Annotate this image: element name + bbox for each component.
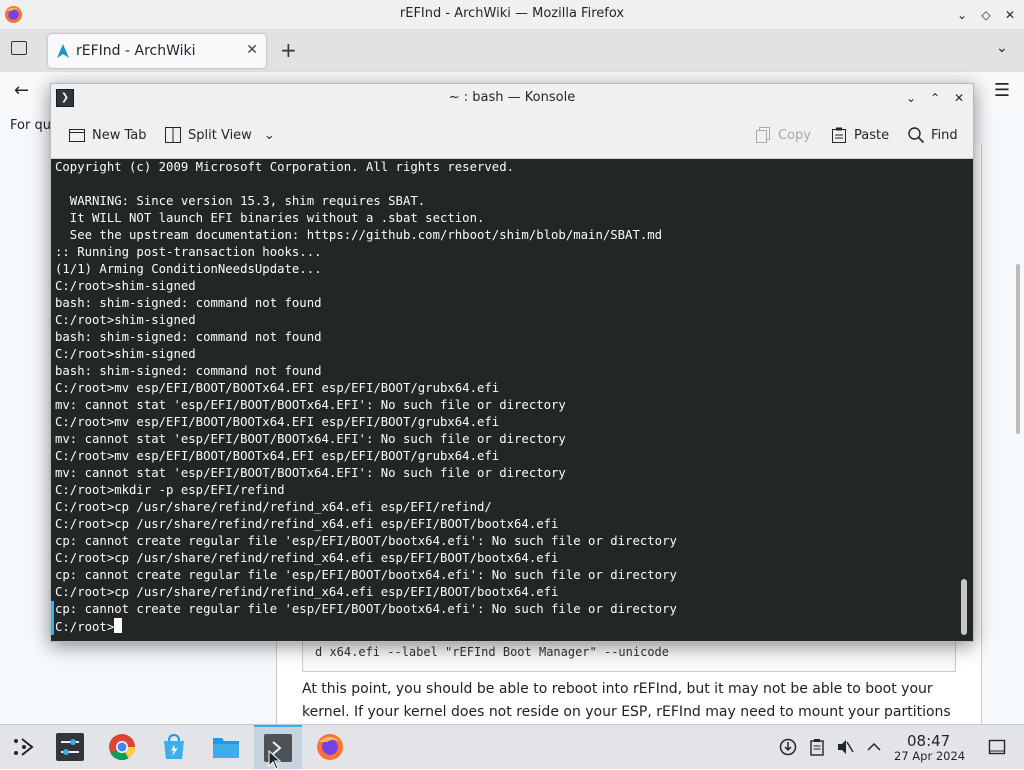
terminal-line: bash: shim-signed: command not found: [55, 364, 322, 378]
new-tab-button[interactable]: New Tab: [68, 125, 147, 145]
terminal-line: C:/root>shim-signed: [55, 279, 196, 293]
task-dolphin[interactable]: [202, 726, 250, 768]
find-label: Find: [931, 127, 958, 143]
task-firefox[interactable]: [306, 726, 354, 768]
konsole-toolbar: New Tab Split View ⌄ Copy Paste Find: [51, 112, 973, 159]
copy-button[interactable]: Copy: [754, 125, 811, 145]
chevron-up-icon[interactable]: [865, 738, 883, 756]
close-icon[interactable]: ✕: [949, 88, 969, 108]
new-tab-label: New Tab: [92, 127, 147, 143]
volume-muted-icon[interactable]: [836, 738, 854, 756]
terminal-line: It WILL NOT launch EFI binaries without …: [55, 211, 485, 225]
split-view-button[interactable]: Split View ⌄: [164, 125, 275, 145]
firefox-tabbar: rEFInd - ArchWiki ✕ + ⌄: [0, 30, 1024, 72]
firefox-icon: [317, 734, 343, 760]
folder-icon: [213, 738, 239, 758]
close-icon[interactable]: ✕: [1000, 5, 1020, 25]
chevron-down-icon[interactable]: ⌄: [264, 128, 275, 143]
maximize-icon[interactable]: ⌃: [925, 88, 945, 108]
terminal-line: C:/root>cp /usr/share/refind/refind_x64.…: [55, 585, 559, 599]
terminal-line: C:/root>mkdir -p esp/EFI/refind: [55, 483, 285, 497]
search-icon: [908, 127, 925, 144]
list-all-tabs-icon[interactable]: ⌄: [996, 40, 1008, 56]
tab-label: rEFInd - ArchWiki: [76, 43, 196, 59]
terminal-line: C:/root>mv esp/EFI/BOOT/BOOTx64.EFI esp/…: [55, 415, 500, 429]
wiki-paragraph: At this point, you should be able to reb…: [302, 681, 951, 720]
app-launcher-button[interactable]: [0, 726, 48, 768]
clipboard-icon[interactable]: [808, 738, 826, 756]
terminal-line: mv: cannot stat 'esp/EFI/BOOT/BOOTx64.EF…: [55, 432, 566, 446]
terminal-line: C:/root>mv esp/EFI/BOOT/BOOTx64.EFI esp/…: [55, 449, 500, 463]
terminal-prompt-line: C:/root>: [55, 618, 677, 635]
terminal-scrollbar[interactable]: [961, 579, 967, 635]
updates-icon[interactable]: [779, 738, 797, 756]
terminal-line: C:/root>cp /usr/share/refind/refind_x64.…: [55, 551, 559, 565]
terminal-prompt: C:/root>: [55, 620, 115, 634]
terminal-cursor: [114, 618, 123, 633]
minimize-icon[interactable]: ⌄: [901, 88, 921, 108]
find-button[interactable]: Find: [907, 125, 958, 145]
launcher-icon: [14, 738, 34, 756]
terminal-view[interactable]: Copyright (c) 2009 Microsoft Corporation…: [51, 159, 973, 641]
task-discover[interactable]: [150, 726, 198, 768]
tab-close-icon[interactable]: ✕: [246, 42, 258, 58]
discover-icon: [164, 733, 184, 759]
terminal-line: mv: cannot stat 'esp/EFI/BOOT/BOOTx64.EF…: [55, 466, 566, 480]
konsole-window: ❯ ~ : bash — Konsole ⌄ ⌃ ✕ New Tab Split…: [50, 83, 974, 642]
terminal-line: See the upstream documentation: https://…: [55, 228, 663, 242]
terminal-line: WARNING: Since version 15.3, shim requir…: [55, 194, 426, 208]
firefox-window-title: rEFInd - ArchWiki — Mozilla Firefox: [399, 6, 625, 21]
split-view-icon: [165, 127, 181, 143]
archlinux-icon: [57, 44, 69, 58]
terminal-line: C:/root>cp /usr/share/refind/refind_x64.…: [55, 500, 492, 514]
terminal-line: cp: cannot create regular file 'esp/EFI/…: [55, 568, 677, 582]
terminal-line: C:/root>cp /usr/share/refind/refind_x64.…: [55, 517, 559, 531]
task-chrome[interactable]: [98, 726, 146, 768]
terminal-line: Copyright (c) 2009 Microsoft Corporation…: [55, 160, 515, 174]
paste-icon: [832, 127, 846, 143]
terminal-line: mv: cannot stat 'esp/EFI/BOOT/BOOTx64.EF…: [55, 398, 566, 412]
new-tab-icon: [69, 129, 85, 142]
firefox-titlebar: rEFInd - ArchWiki — Mozilla Firefox ⌄ ◇ …: [0, 0, 1024, 30]
task-system-settings[interactable]: [46, 726, 94, 768]
terminal-line: cp: cannot create regular file 'esp/EFI/…: [55, 534, 677, 548]
terminal-line: bash: shim-signed: command not found: [55, 330, 322, 344]
show-desktop-icon[interactable]: [988, 738, 1006, 756]
clock-time[interactable]: 08:47: [907, 732, 950, 750]
terminal-line: cp: cannot create regular file 'esp/EFI/…: [55, 602, 677, 616]
paste-button[interactable]: Paste: [830, 125, 889, 145]
taskbar: 08:47 27 Apr 2024: [0, 724, 1024, 769]
code-text: d x64.efi --label "rEFInd Boot Manager" …: [315, 645, 670, 659]
tab-refind-archwiki[interactable]: rEFInd - ArchWiki ✕: [48, 34, 266, 68]
copy-icon: [756, 127, 770, 143]
konsole-titlebar[interactable]: ❯ ~ : bash — Konsole ⌄ ⌃ ✕: [51, 84, 973, 112]
back-icon[interactable]: ←: [14, 80, 29, 101]
terminal-output: Copyright (c) 2009 Microsoft Corporation…: [55, 159, 677, 635]
konsole-window-title: ~ : bash — Konsole: [448, 90, 576, 105]
terminal-line: :: Running post-transaction hooks...: [55, 245, 322, 259]
chrome-icon: [109, 734, 136, 761]
tab-groups-icon[interactable]: [11, 41, 27, 55]
clock-date[interactable]: 27 Apr 2024: [894, 749, 965, 763]
wiki-notice: For qu: [10, 118, 51, 133]
terminal-line: C:/root>mv esp/EFI/BOOT/BOOTx64.EFI esp/…: [55, 381, 500, 395]
system-settings-icon: [56, 733, 84, 761]
paste-label: Paste: [854, 127, 890, 143]
new-tab-button[interactable]: +: [280, 38, 297, 62]
minimize-icon[interactable]: ⌄: [952, 5, 972, 25]
mouse-cursor-icon: [268, 750, 282, 770]
split-view-label: Split View: [188, 127, 252, 143]
terminal-line: C:/root>shim-signed: [55, 313, 196, 327]
maximize-icon[interactable]: ◇: [976, 5, 996, 25]
hamburger-menu-icon[interactable]: ☰: [994, 80, 1010, 101]
terminal-line: C:/root>shim-signed: [55, 347, 196, 361]
page-scrollbar[interactable]: [1016, 264, 1020, 434]
copy-label: Copy: [778, 127, 811, 143]
output-marker: [51, 601, 54, 635]
terminal-line: bash: shim-signed: command not found: [55, 296, 322, 310]
terminal-line: (1/1) Arming ConditionNeedsUpdate...: [55, 262, 322, 276]
